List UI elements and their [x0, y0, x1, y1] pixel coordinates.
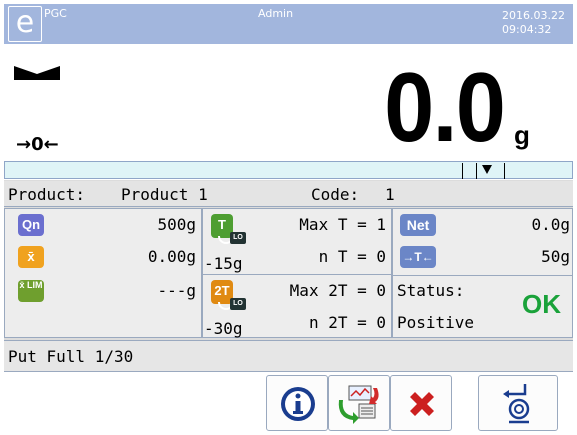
- product-row[interactable]: [4, 181, 573, 207]
- tare-reset-icon: [503, 384, 530, 424]
- time-label: 09:04:32: [502, 23, 552, 36]
- lo-icon: LO: [230, 298, 246, 310]
- status-ok-badge: OK: [522, 289, 561, 319]
- code-label: Code:: [311, 185, 360, 204]
- qn-value: 500g: [157, 215, 196, 234]
- product-value: Product 1: [121, 185, 208, 204]
- info-icon: [281, 387, 315, 421]
- cancel-button[interactable]: [390, 375, 452, 431]
- export-report-button[interactable]: [328, 375, 390, 431]
- stability-marker-icon: [14, 66, 60, 80]
- net-icon: Net: [400, 214, 436, 236]
- tare-reset-button[interactable]: [478, 375, 558, 431]
- max-2t-label: Max 2T = 0: [289, 281, 386, 300]
- qn-icon: Qn: [18, 214, 44, 236]
- zero-indicator: →0←: [16, 134, 59, 155]
- max-t-label: Max T = 1: [299, 215, 386, 234]
- mean-icon: x̄: [18, 246, 44, 268]
- date-label: 2016.03.22: [502, 9, 565, 22]
- user-name: Admin: [258, 7, 294, 20]
- status-value: Positive: [397, 313, 475, 332]
- threshold-line: [504, 163, 505, 179]
- status-label: Status:: [397, 281, 465, 300]
- threshold-line: [462, 163, 463, 179]
- lo-icon: LO: [230, 232, 246, 244]
- bargraph-pointer-icon: [482, 165, 492, 174]
- n-t-label: n T = 0: [318, 247, 386, 266]
- weight-readout: 0.0: [384, 52, 506, 162]
- divider: [202, 274, 392, 275]
- product-label: Product:: [8, 185, 86, 204]
- mean-limit-value: ---g: [157, 281, 196, 300]
- progress-text: Put Full 1/30: [8, 347, 134, 366]
- top-bar: e PGC Admin 2016.03.22 09:04:32: [4, 4, 573, 44]
- logo-icon: e: [15, 5, 35, 40]
- weighing-display: →0← 0.0 g: [4, 44, 573, 178]
- tare-value: 50g: [541, 247, 570, 266]
- threshold-line: [476, 163, 477, 179]
- cancel-icon: [410, 392, 434, 416]
- 2t-error-value: -30g: [204, 319, 243, 338]
- mean-limit-icon: x̄ LIM: [18, 280, 44, 302]
- code-value: 1: [385, 185, 395, 204]
- weight-unit: g: [514, 120, 530, 150]
- n-2t-label: n 2T = 0: [308, 313, 386, 332]
- tare-icon: →T←: [400, 246, 436, 268]
- net-value: 0.0g: [531, 215, 570, 234]
- info-button[interactable]: [266, 375, 328, 431]
- export-report-icon: [338, 385, 379, 424]
- divider: [392, 275, 573, 276]
- t-error-value: -15g: [204, 254, 243, 273]
- mean-value: 0.00g: [147, 247, 196, 266]
- app-name: PGC: [44, 7, 67, 20]
